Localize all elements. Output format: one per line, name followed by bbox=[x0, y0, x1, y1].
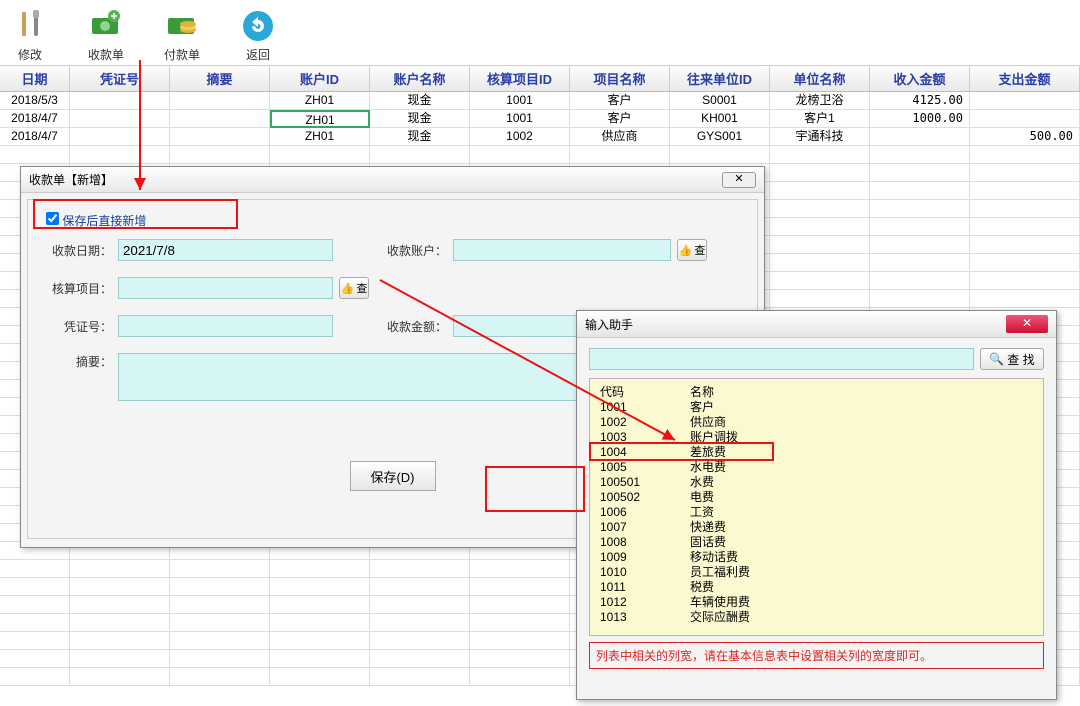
list-item[interactable]: 1005水电费 bbox=[600, 460, 1033, 475]
label-proj: 核算项目： bbox=[44, 280, 112, 297]
hint-text: 列表中相关的列宽，请在基本信息表中设置相关列的宽度即可。 bbox=[589, 642, 1044, 669]
col-vno[interactable]: 凭证号 bbox=[70, 66, 170, 91]
coins-icon bbox=[164, 8, 200, 44]
close-icon[interactable]: ✕ bbox=[1006, 315, 1048, 333]
list-item[interactable]: 1006工资 bbox=[600, 505, 1033, 520]
list-item[interactable]: 代码名称 bbox=[600, 385, 1033, 400]
lookup-acct-button[interactable]: 👍查 bbox=[677, 239, 707, 261]
input-helper-dialog: 输入助手 ✕ 🔍查 找 代码名称1001客户1002供应商1003账户调拨100… bbox=[576, 310, 1057, 700]
grid-body: 2018/5/3ZH01现金1001客户S0001龙榜卫浴4125.002018… bbox=[0, 92, 1080, 146]
dialog-title: 收款单【新增】 bbox=[29, 171, 113, 188]
tool-payment[interactable]: 付款单 bbox=[164, 8, 200, 63]
table-row[interactable]: 2018/4/7ZH01现金1002供应商GYS001宇通科技500.00 bbox=[0, 128, 1080, 146]
dialog-titlebar[interactable]: 收款单【新增】 ✕ bbox=[21, 167, 764, 193]
dialog-titlebar[interactable]: 输入助手 ✕ bbox=[577, 311, 1056, 338]
list-item[interactable]: 1011税费 bbox=[600, 580, 1033, 595]
label-memo: 摘要： bbox=[44, 353, 112, 370]
list-item[interactable]: 1002供应商 bbox=[600, 415, 1033, 430]
table-row[interactable]: 2018/4/7ZH01现金1001客户KH001客户11000.00 bbox=[0, 110, 1080, 128]
search-input[interactable] bbox=[589, 348, 974, 370]
label-vno: 凭证号： bbox=[44, 318, 112, 335]
input-proj[interactable] bbox=[118, 277, 333, 299]
tools-icon bbox=[12, 8, 48, 44]
col-cid[interactable]: 核算项目ID bbox=[470, 66, 570, 91]
input-date[interactable] bbox=[118, 239, 333, 261]
grid-header: 日期 凭证号 摘要 账户ID 账户名称 核算项目ID 项目名称 往来单位ID 单… bbox=[0, 66, 1080, 92]
label-date: 收款日期： bbox=[44, 242, 112, 259]
save-button[interactable]: 保存(D) bbox=[350, 461, 436, 491]
lookup-proj-button[interactable]: 👍查 bbox=[339, 277, 369, 299]
list-item[interactable]: 1010员工福利费 bbox=[600, 565, 1033, 580]
label-amt: 收款金额： bbox=[379, 318, 447, 335]
list-item[interactable]: 1008固话费 bbox=[600, 535, 1033, 550]
list-item[interactable]: 1004差旅费 bbox=[600, 445, 1033, 460]
tool-label: 收款单 bbox=[88, 46, 124, 63]
tool-modify[interactable]: 修改 bbox=[12, 8, 48, 63]
table-row[interactable]: 2018/5/3ZH01现金1001客户S0001龙榜卫浴4125.00 bbox=[0, 92, 1080, 110]
money-plus-icon bbox=[88, 8, 124, 44]
tool-label: 返回 bbox=[246, 46, 270, 63]
tool-return[interactable]: 返回 bbox=[240, 8, 276, 63]
list-item[interactable]: 1012车辆使用费 bbox=[600, 595, 1033, 610]
helper-list[interactable]: 代码名称1001客户1002供应商1003账户调拨1004差旅费1005水电费1… bbox=[589, 378, 1044, 636]
col-acctname[interactable]: 账户名称 bbox=[370, 66, 470, 91]
tool-label: 付款单 bbox=[164, 46, 200, 63]
tool-receipt[interactable]: 收款单 bbox=[88, 8, 124, 63]
return-icon bbox=[240, 8, 276, 44]
dialog-title: 输入助手 bbox=[585, 316, 633, 333]
col-date[interactable]: 日期 bbox=[0, 66, 70, 91]
col-in[interactable]: 收入金额 bbox=[870, 66, 970, 91]
col-uid[interactable]: 往来单位ID bbox=[670, 66, 770, 91]
col-acctid[interactable]: 账户ID bbox=[270, 66, 370, 91]
close-icon[interactable]: ✕ bbox=[722, 172, 756, 188]
tool-label: 修改 bbox=[18, 46, 42, 63]
list-item[interactable]: 100502电费 bbox=[600, 490, 1033, 505]
col-out[interactable]: 支出金额 bbox=[970, 66, 1080, 91]
list-item[interactable]: 1007快递费 bbox=[600, 520, 1033, 535]
checkbox-save-new[interactable]: 保存后直接新增 bbox=[46, 214, 146, 228]
col-cname[interactable]: 项目名称 bbox=[570, 66, 670, 91]
find-button[interactable]: 🔍查 找 bbox=[980, 348, 1044, 370]
label-acct: 收款账户： bbox=[379, 242, 447, 259]
col-uname[interactable]: 单位名称 bbox=[770, 66, 870, 91]
list-item[interactable]: 1001客户 bbox=[600, 400, 1033, 415]
input-acct[interactable] bbox=[453, 239, 671, 261]
list-item[interactable]: 100501水费 bbox=[600, 475, 1033, 490]
list-item[interactable]: 1013交际应酬费 bbox=[600, 610, 1033, 625]
list-item[interactable]: 1003账户调拨 bbox=[600, 430, 1033, 445]
col-memo[interactable]: 摘要 bbox=[170, 66, 270, 91]
input-vno[interactable] bbox=[118, 315, 333, 337]
list-item[interactable]: 1009移动话费 bbox=[600, 550, 1033, 565]
toolbar: 修改 收款单 付款单 返回 bbox=[0, 0, 1080, 66]
